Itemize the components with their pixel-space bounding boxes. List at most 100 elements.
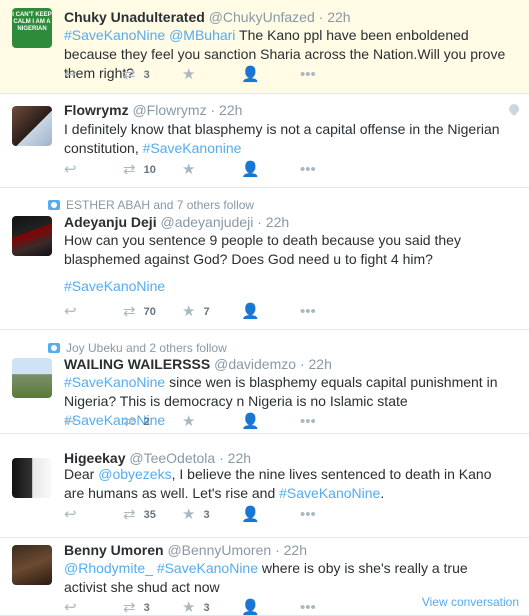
retweet-button[interactable]: ⇄ 35 (123, 507, 182, 523)
hashtag-link[interactable]: #SaveKanoNine (64, 27, 165, 43)
retweet-button[interactable]: ⇄ 2 (123, 414, 182, 430)
more-button[interactable]: ••• (300, 600, 359, 616)
follow-icon: 👤 (241, 303, 260, 320)
hashtag-link[interactable]: #SaveKanoNine (157, 560, 258, 576)
person-icon (48, 343, 60, 353)
display-name[interactable]: Adeyanju Deji (64, 214, 157, 230)
retweet-button[interactable]: ⇄ 3 (123, 600, 182, 616)
reply-button[interactable]: ↩ (64, 414, 123, 430)
hashtag-link[interactable]: #SaveKanoNine (64, 277, 511, 296)
mention-link[interactable]: @Rhodymite_ (64, 560, 153, 576)
follow-icon: 👤 (241, 66, 260, 83)
display-name[interactable]: WAILING WAILERSSS (64, 356, 210, 372)
retweet-button[interactable]: ⇄ 70 (123, 304, 182, 320)
tweet-text-segment: I definitely know that blasphemy is not … (64, 121, 500, 156)
like-button[interactable]: ★ 3 (182, 600, 241, 616)
more-icon: ••• (300, 599, 316, 616)
timestamp[interactable]: 22h (266, 214, 289, 230)
tweet-header: Chuky Unadulterated @ChukyUnfazed · 22h (64, 9, 509, 25)
reply-button[interactable]: ↩ (64, 304, 123, 320)
retweet-icon: ⇄ (123, 506, 136, 523)
tweet-text: I definitely know that blasphemy is not … (64, 120, 511, 158)
reply-icon: ↩ (64, 161, 77, 178)
view-conversation-link[interactable]: View conversation (422, 595, 519, 609)
user-handle[interactable]: @Flowrymz (132, 102, 206, 118)
retweet-button[interactable]: ⇄ 3 (123, 67, 182, 83)
like-button[interactable]: ★ (182, 162, 241, 178)
timestamp[interactable]: 22h (309, 356, 332, 372)
retweet-button[interactable]: ⇄ 10 (123, 162, 182, 178)
reply-button[interactable]: ↩ (64, 67, 123, 83)
follow-button[interactable]: 👤 (241, 162, 300, 178)
retweet-count: 3 (143, 69, 150, 81)
retweet-icon: ⇄ (123, 303, 136, 320)
reply-icon: ↩ (64, 506, 77, 523)
timestamp[interactable]: 22h (219, 102, 242, 118)
reply-button[interactable]: ↩ (64, 600, 123, 616)
more-button[interactable]: ••• (300, 304, 359, 320)
avatar[interactable] (12, 545, 52, 585)
hashtag-link[interactable]: #SaveKanoNine (64, 374, 165, 390)
avatar[interactable] (12, 216, 52, 256)
tweet[interactable]: Joy Ubeku and 2 others follow WAILING WAI… (0, 330, 529, 434)
hashtag-link[interactable]: #SaveKanonine (143, 140, 242, 156)
retweet-count: 35 (143, 509, 156, 521)
user-handle[interactable]: @ChukyUnfazed (209, 9, 315, 25)
follow-context-text: Joy Ubeku and 2 others follow (66, 341, 227, 355)
star-icon: ★ (182, 66, 196, 83)
display-name[interactable]: Benny Umoren (64, 542, 164, 558)
user-handle[interactable]: @TeeOdetola (129, 450, 215, 466)
like-button[interactable]: ★ 7 (182, 304, 241, 320)
follow-icon: 👤 (241, 506, 260, 523)
follow-button[interactable]: 👤 (241, 600, 300, 616)
like-count: 3 (203, 509, 210, 521)
reply-button[interactable]: ↩ (64, 507, 123, 523)
tweet-actions: ↩ ⇄ 35 ★ 3 👤 ••• (64, 507, 359, 523)
separator-dot: · (318, 9, 324, 25)
timestamp[interactable]: 22h (228, 450, 251, 466)
more-button[interactable]: ••• (300, 162, 359, 178)
display-name[interactable]: Flowrymz (64, 102, 129, 118)
like-button[interactable]: ★ 3 (182, 507, 241, 523)
tweet-text: Dear @obyezeks, I believe the nine lives… (64, 465, 511, 503)
reply-button[interactable]: ↩ (64, 162, 123, 178)
follow-button[interactable]: 👤 (241, 67, 300, 83)
tweet[interactable]: Higeekay @TeeOdetola · 22h Dear @obyezeks… (0, 434, 529, 538)
timestamp[interactable]: 22h (327, 9, 350, 25)
display-name[interactable]: Chuky Unadulterated (64, 9, 205, 25)
follow-button[interactable]: 👤 (241, 507, 300, 523)
like-button[interactable]: ★ (182, 414, 241, 430)
follow-context[interactable]: ESTHER ABAH and 7 others follow (48, 198, 254, 212)
tweet[interactable]: Flowrymz @Flowrymz · 22h I definitely kno… (0, 94, 529, 188)
user-handle[interactable]: @adeyanjudeji (160, 214, 253, 230)
retweet-count: 70 (143, 306, 156, 318)
tweet[interactable]: I CAN'T KEEP CALM I AM A NIGERIAN Chuky U… (0, 0, 529, 94)
tweet-actions: ↩ ⇄ 70 ★ 7 👤 ••• (64, 304, 359, 320)
tweet-actions: ↩ ⇄ 2 ★ 👤 ••• (64, 414, 359, 430)
more-button[interactable]: ••• (300, 414, 359, 430)
display-name[interactable]: Higeekay (64, 450, 125, 466)
hashtag-link[interactable]: #SaveKanoNine (279, 485, 380, 501)
more-button[interactable]: ••• (300, 507, 359, 523)
avatar[interactable] (12, 358, 52, 398)
reply-icon: ↩ (64, 66, 77, 83)
mention-link[interactable]: @MBuhari (169, 27, 235, 43)
user-handle[interactable]: @davidemzo (214, 356, 296, 372)
mention-link[interactable]: @obyezeks (98, 466, 171, 482)
tweet-actions: ↩ ⇄ 3 ★ 👤 ••• (64, 67, 359, 83)
separator-dot: · (257, 214, 262, 230)
more-icon: ••• (300, 161, 316, 178)
follow-context[interactable]: Joy Ubeku and 2 others follow (48, 341, 227, 355)
like-button[interactable]: ★ (182, 67, 241, 83)
avatar[interactable] (12, 458, 52, 498)
follow-context-text: ESTHER ABAH and 7 others follow (66, 198, 255, 212)
avatar[interactable]: I CAN'T KEEP CALM I AM A NIGERIAN (12, 8, 52, 48)
more-button[interactable]: ••• (300, 67, 359, 83)
follow-button[interactable]: 👤 (241, 304, 300, 320)
follow-button[interactable]: 👤 (241, 414, 300, 430)
timestamp[interactable]: 22h (284, 542, 307, 558)
avatar[interactable] (12, 106, 52, 146)
tweet[interactable]: ESTHER ABAH and 7 others follow Adeyanju … (0, 188, 529, 330)
more-icon: ••• (300, 413, 316, 430)
user-handle[interactable]: @BennyUmoren (167, 542, 271, 558)
